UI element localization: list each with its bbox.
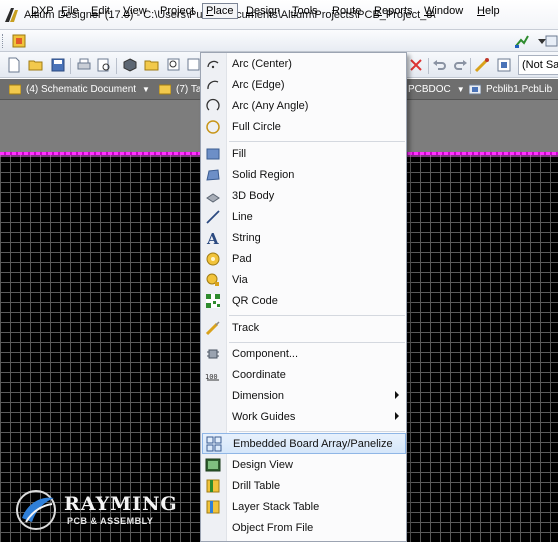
menu-item-arc-center[interactable]: Arc (Center) xyxy=(202,54,406,75)
altium-logo-icon xyxy=(5,8,18,22)
doc-tab-table[interactable]: (7) Ta xyxy=(156,81,201,98)
full-circle-icon xyxy=(206,120,220,134)
menu-item-fill[interactable]: Fill xyxy=(202,144,406,165)
menu-item-arc-edge[interactable]: Arc (Edge) xyxy=(202,75,406,96)
arc-edge-icon xyxy=(207,80,219,90)
place-menu-dropdown: Arc (Center) Arc (Edge) Arc (Any Angle) … xyxy=(200,52,407,542)
3d-view-icon[interactable] xyxy=(122,57,138,73)
print-preview-icon[interactable] xyxy=(96,57,112,73)
redo-icon[interactable] xyxy=(452,57,468,73)
menu-item-layer-stack-table[interactable]: Layer Stack Table xyxy=(202,497,406,518)
doc-tab-schematic[interactable]: (4) Schematic Document ▼ xyxy=(6,81,150,98)
drill-table-icon xyxy=(206,479,220,493)
chevron-down-icon[interactable]: ▼ xyxy=(142,85,150,94)
embedded-board-array-icon xyxy=(206,436,222,452)
toolbar-separator xyxy=(428,58,429,74)
schematic-icon xyxy=(9,84,21,95)
menu-item-line[interactable]: Line xyxy=(202,207,406,228)
menu-separator xyxy=(229,342,405,343)
submenu-arrow-icon xyxy=(395,412,399,420)
pad-icon xyxy=(206,252,220,266)
arc-any-angle-icon xyxy=(206,98,220,111)
cross-probe-icon[interactable] xyxy=(408,57,424,73)
track-icon xyxy=(205,321,220,336)
menu-tools[interactable]: Tools xyxy=(289,3,321,19)
menu-help[interactable]: Help xyxy=(474,3,503,19)
3d-body-icon xyxy=(206,193,220,203)
table-icon xyxy=(159,84,171,95)
menu-item-string[interactable]: A String xyxy=(202,228,406,249)
menu-item-component[interactable]: Component... xyxy=(202,344,406,365)
menu-project[interactable]: Project xyxy=(157,3,197,19)
new-file-icon[interactable] xyxy=(6,57,22,73)
chevron-down-icon[interactable]: ▼ xyxy=(457,85,465,94)
menu-window[interactable]: Window xyxy=(421,3,466,19)
menu-item-qr-code[interactable]: QR Code xyxy=(202,291,406,312)
menu-item-track[interactable]: Track xyxy=(202,318,406,339)
menu-separator xyxy=(229,141,405,142)
menu-item-work-guides[interactable]: Work Guides xyxy=(202,407,406,428)
dxp-icon xyxy=(12,34,26,48)
menu-route[interactable]: Route xyxy=(329,3,364,19)
doc-tab-pcblib[interactable]: Pcblib1.PcbLib xyxy=(466,81,552,98)
submenu-arrow-icon xyxy=(395,391,399,399)
interactive-routing-icon[interactable] xyxy=(474,57,490,73)
menu-file[interactable]: File xyxy=(58,3,82,19)
menu-place[interactable]: Place xyxy=(202,3,238,19)
board-icon[interactable] xyxy=(496,57,512,73)
toolbar-separator xyxy=(116,58,117,74)
menu-item-object-from-file[interactable]: Object From File xyxy=(202,518,406,539)
menu-dxp[interactable]: DXP xyxy=(28,3,57,19)
menu-bar xyxy=(0,30,558,52)
menu-separator xyxy=(229,315,405,316)
menu-edit[interactable]: Edit xyxy=(88,3,113,19)
menubar-grip[interactable] xyxy=(2,34,5,48)
menu-view[interactable]: View xyxy=(120,3,150,19)
save-icon[interactable] xyxy=(50,57,66,73)
layer-stack-table-icon xyxy=(206,500,220,514)
wiring-icon[interactable] xyxy=(514,33,530,49)
menu-item-3d-body[interactable]: 3D Body xyxy=(202,186,406,207)
arc-center-icon xyxy=(207,60,219,69)
menu-item-pad[interactable]: Pad xyxy=(202,249,406,270)
design-view-icon xyxy=(205,458,221,472)
menu-design[interactable]: Design xyxy=(243,3,283,19)
menu-item-coordinate[interactable]: 100 Coordinate xyxy=(202,365,406,386)
toolbar-separator xyxy=(70,58,71,74)
menu-item-drill-table[interactable]: Drill Table xyxy=(202,476,406,497)
zoom-area-icon[interactable] xyxy=(166,57,182,73)
logo-brand: RAYMING xyxy=(64,493,178,515)
menu-item-solid-region[interactable]: Solid Region xyxy=(202,165,406,186)
menu-separator xyxy=(229,431,405,432)
menu-item-via[interactable]: Via xyxy=(202,270,406,291)
open-folder-icon[interactable] xyxy=(28,57,44,73)
menu-item-design-view[interactable]: Design View xyxy=(202,455,406,476)
rayming-badge-icon xyxy=(16,490,56,530)
menu-item-full-circle[interactable]: Full Circle xyxy=(202,117,406,138)
toolbar-separator xyxy=(470,58,471,74)
pcblib-icon xyxy=(469,84,481,95)
svg-text:A: A xyxy=(206,230,219,246)
toolbar-extra-icon[interactable] xyxy=(544,33,558,49)
menu-item-embedded-board-array[interactable]: Embedded Board Array/Panelize xyxy=(202,433,406,454)
menu-reports[interactable]: Reports xyxy=(371,3,416,19)
menu-item-arc-any-angle[interactable]: Arc (Any Angle) xyxy=(202,96,406,117)
rayming-logo: RAYMING PCB & ASSEMBLY xyxy=(14,488,177,532)
string-icon: A xyxy=(206,230,219,246)
component-icon xyxy=(207,349,219,359)
line-icon xyxy=(206,210,220,224)
folder-icon[interactable] xyxy=(144,57,160,73)
menu-item-dimension[interactable]: Dimension xyxy=(202,386,406,407)
coordinate-icon: 100 xyxy=(205,373,219,381)
solid-region-icon xyxy=(206,169,220,181)
qr-code-icon xyxy=(206,294,220,308)
logo-tagline: PCB & ASSEMBLY xyxy=(67,516,154,526)
fill-icon xyxy=(206,148,220,160)
print-icon[interactable] xyxy=(76,57,92,73)
not-saved-combo[interactable]: (Not Sa xyxy=(518,55,558,75)
undo-icon[interactable] xyxy=(432,57,448,73)
via-icon xyxy=(206,273,219,286)
